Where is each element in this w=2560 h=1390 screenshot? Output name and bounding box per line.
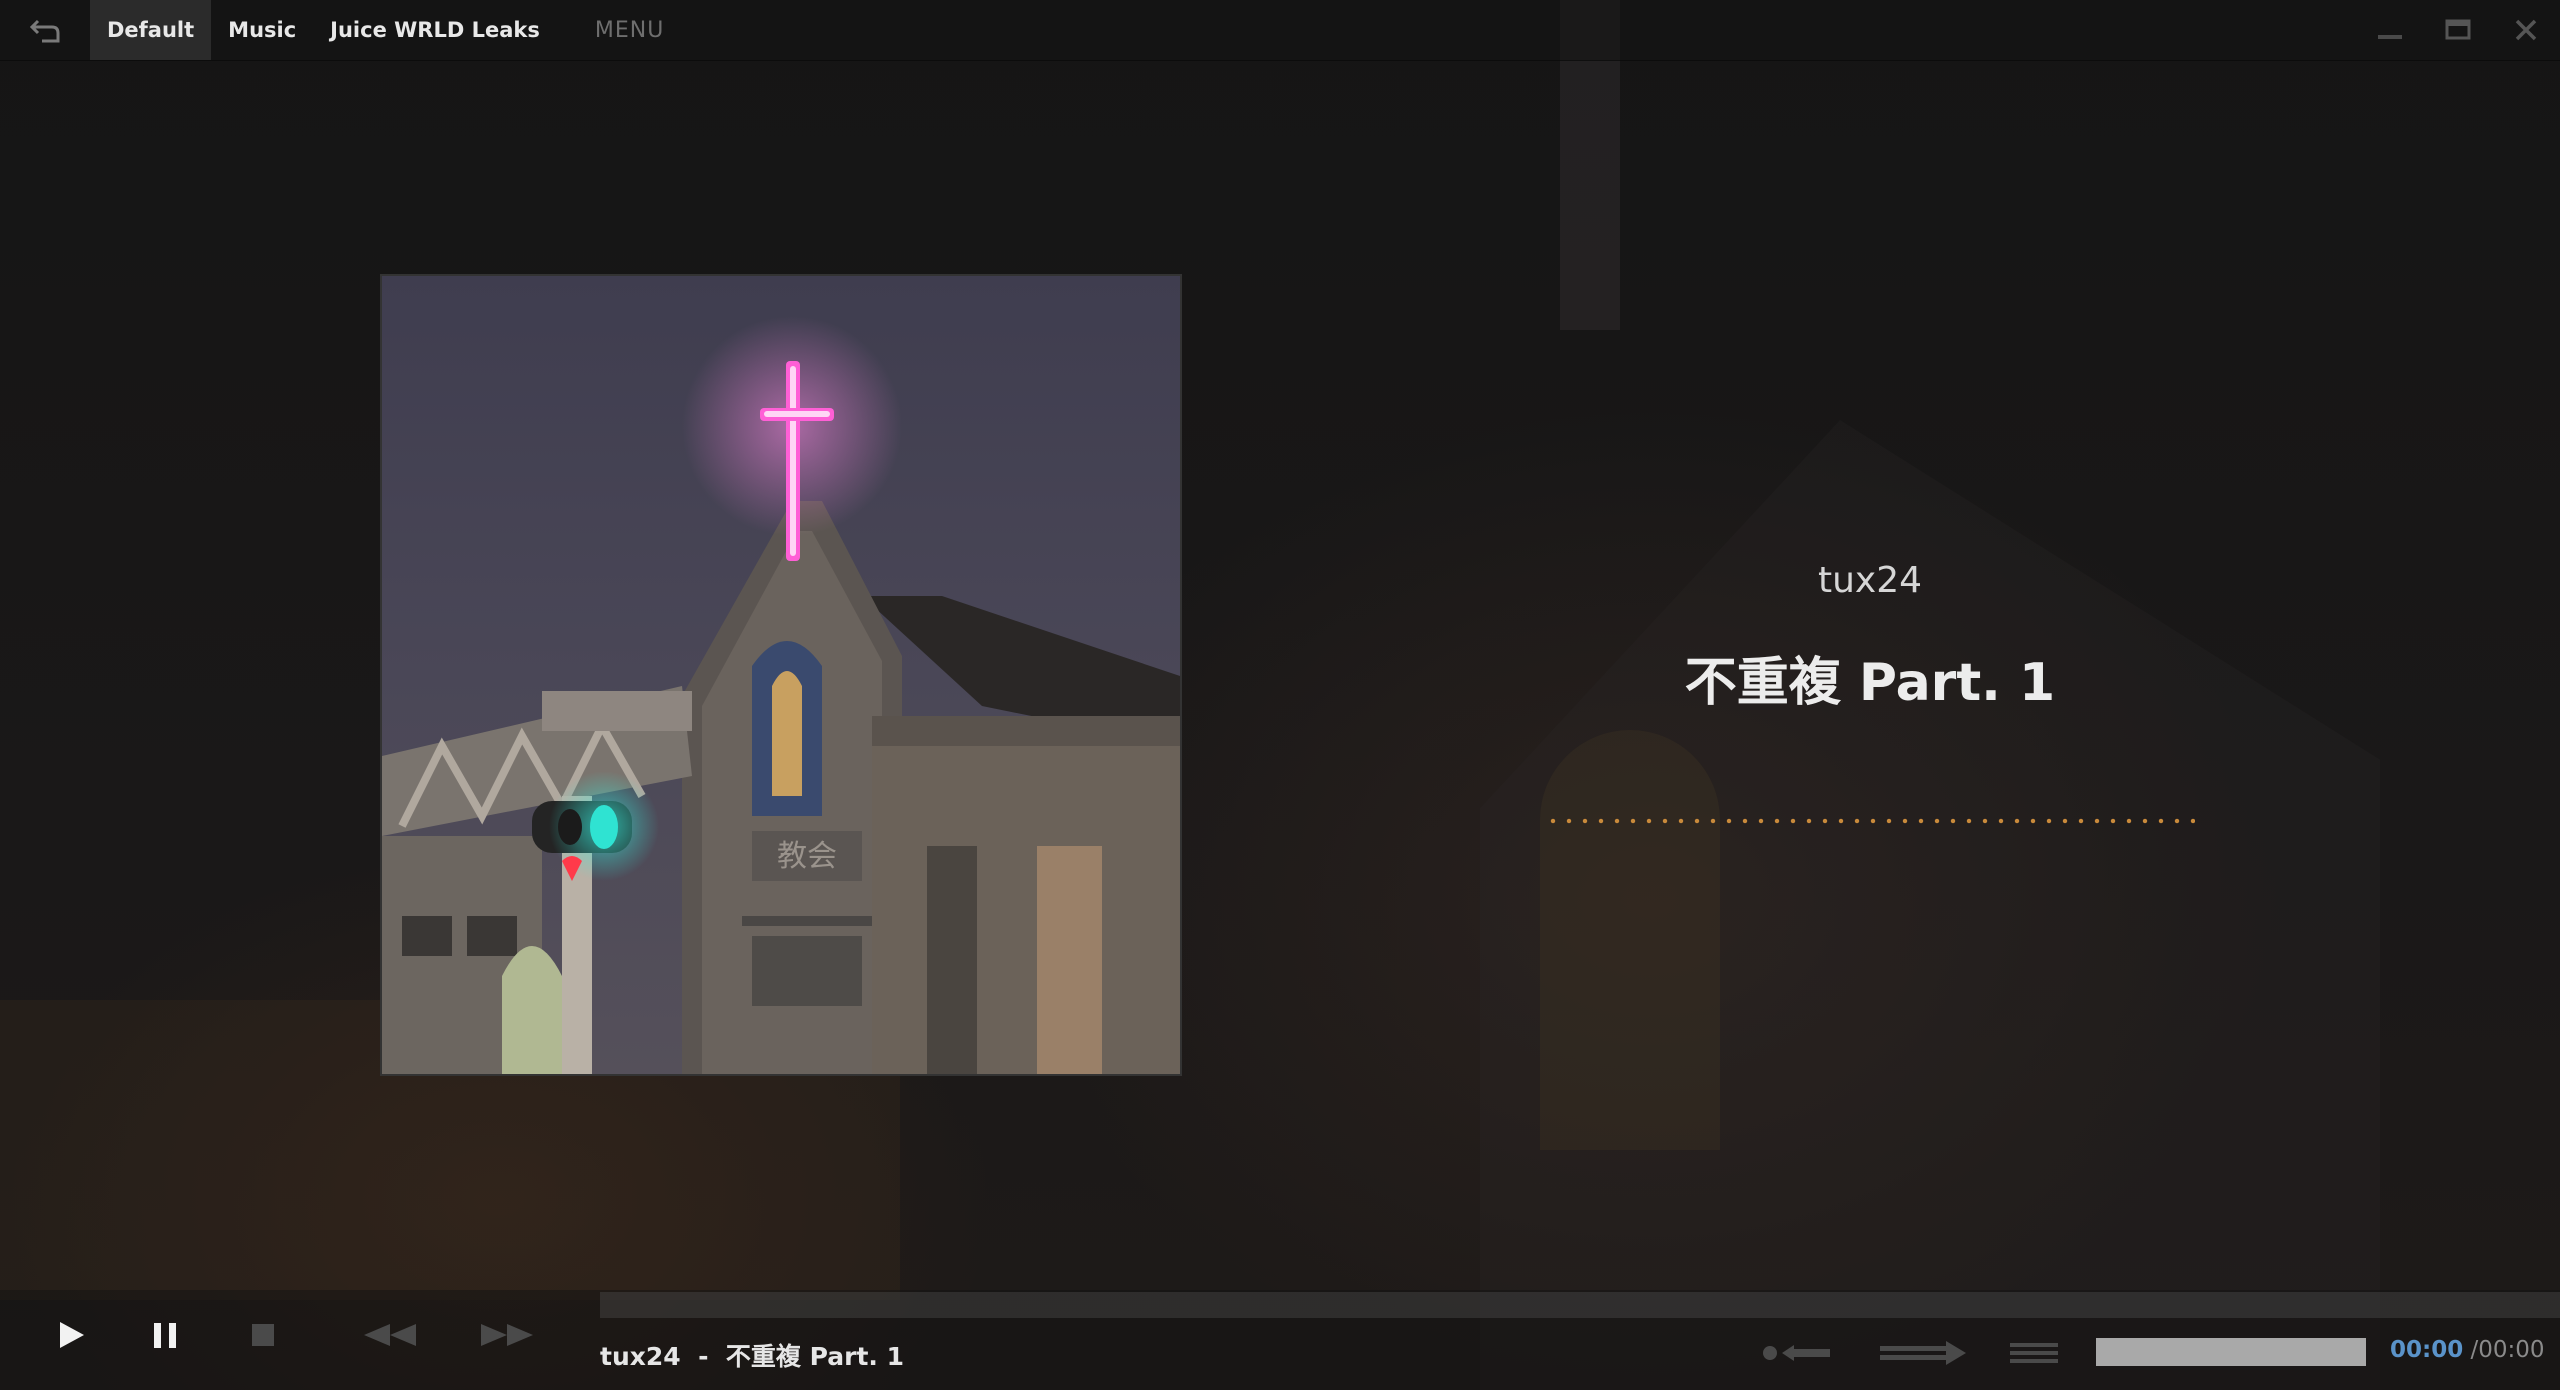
now-playing-label: tux24 - 不重複 Part. 1	[600, 1337, 904, 1373]
track-title: 不重複 Part. 1	[1684, 653, 2056, 713]
volume-slider[interactable]	[2096, 1338, 2366, 1366]
now-playing-artist: tux24	[600, 1342, 681, 1371]
pause-button[interactable]	[140, 1315, 190, 1355]
top-bar: Default Music Juice WRLD Leaks MENU	[0, 0, 2560, 61]
time-display: 00:00 /00:00	[2390, 1337, 2545, 1363]
repeat-icon	[1763, 1345, 1830, 1361]
backdrop-window-shape	[1540, 730, 1720, 1150]
tab-juice-wrld-leaks[interactable]: Juice WRLD Leaks	[313, 0, 557, 60]
next-icon	[481, 1324, 533, 1346]
seek-bar[interactable]	[600, 1292, 2560, 1318]
stop-icon	[252, 1324, 274, 1346]
close-icon	[2515, 19, 2537, 41]
back-arrow-icon	[29, 19, 60, 43]
pause-icon	[154, 1323, 176, 1348]
visualizer-dots	[1545, 818, 2195, 824]
maximize-icon	[2445, 19, 2471, 40]
now-playing-title: 不重複 Part. 1	[725, 1342, 905, 1371]
time-separator: /	[2463, 1337, 2479, 1363]
window-controls	[2356, 0, 2560, 60]
minimize-icon	[2378, 35, 2402, 39]
total-time: 00:00	[2478, 1337, 2545, 1363]
track-artist: tux24	[1817, 560, 1923, 601]
back-button[interactable]	[0, 0, 90, 60]
shuffle-button[interactable]	[1878, 1333, 1968, 1373]
close-button[interactable]	[2492, 0, 2560, 60]
current-time: 00:00	[2390, 1337, 2464, 1363]
playlist-button[interactable]	[2006, 1333, 2062, 1373]
previous-icon	[364, 1324, 416, 1346]
shuffle-icon	[1880, 1341, 1966, 1365]
church-sign-text: 教会	[777, 839, 837, 874]
menu-button[interactable]: MENU	[575, 0, 684, 60]
previous-button[interactable]	[355, 1315, 425, 1355]
tab-music[interactable]: Music	[211, 0, 313, 60]
minimize-button[interactable]	[2356, 0, 2424, 60]
now-playing-separator: -	[698, 1342, 709, 1371]
play-button[interactable]	[46, 1315, 96, 1355]
tab-default[interactable]: Default	[90, 0, 212, 60]
album-artwork: 教会	[380, 274, 1182, 1076]
stop-button[interactable]	[238, 1315, 288, 1355]
next-button[interactable]	[472, 1315, 542, 1355]
repeat-button[interactable]	[1760, 1333, 1840, 1373]
maximize-button[interactable]	[2424, 0, 2492, 60]
playlist-icon	[2010, 1343, 2058, 1363]
play-icon	[60, 1322, 84, 1348]
